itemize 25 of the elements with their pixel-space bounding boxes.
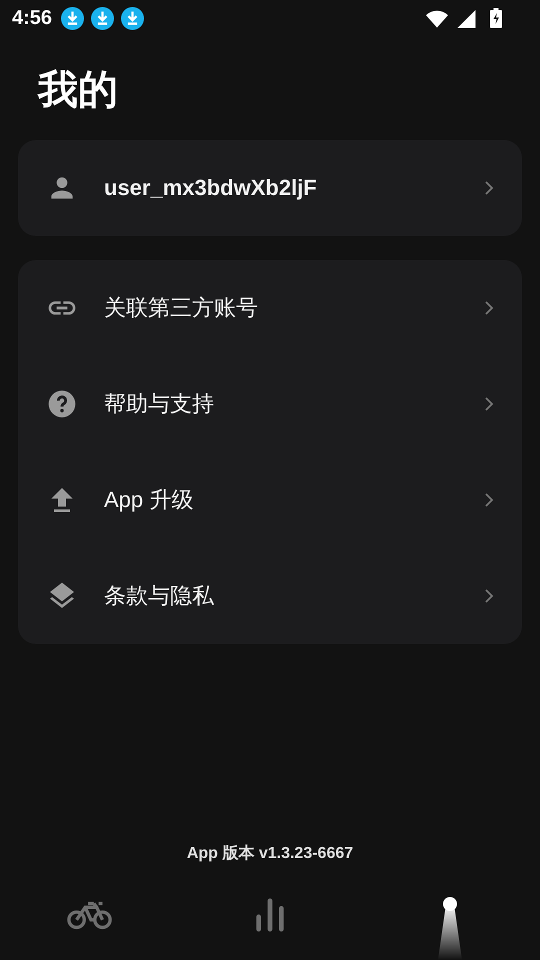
help-icon [46, 388, 78, 420]
menu-item[interactable]: 帮助与支持 [18, 356, 522, 452]
wifi-icon [426, 8, 448, 28]
chevron-icon [484, 300, 494, 316]
menu-label: 条款与隐私 [104, 582, 215, 610]
chevron-icon [484, 492, 494, 508]
menu-item[interactable]: 条款与隐私 [18, 548, 522, 644]
menu-label: 帮助与支持 [104, 390, 215, 418]
battery-icon [490, 8, 502, 28]
status-time: 4:56 [12, 6, 52, 30]
menu-label: App 升级 [104, 486, 194, 514]
menu-item[interactable]: App 升级 [18, 452, 522, 548]
version-text: App 版本 v1.3.23-6667 [186, 844, 354, 864]
menu-label: 关联第三方账号 [104, 294, 259, 322]
username: user_mx3bdwXb2ljF [104, 175, 318, 201]
download-icon [61, 6, 84, 30]
menu-item[interactable]: 关联第三方账号 [18, 260, 522, 356]
signal-icon [455, 8, 477, 28]
download-icon [121, 6, 144, 30]
page-title: 我的 [38, 67, 119, 114]
download-icon [91, 6, 114, 30]
chevron-icon [484, 396, 494, 412]
chevron-icon [484, 180, 494, 196]
chevron-icon [484, 588, 494, 604]
account-row[interactable]: user_mx3bdwXb2ljF [18, 140, 522, 236]
